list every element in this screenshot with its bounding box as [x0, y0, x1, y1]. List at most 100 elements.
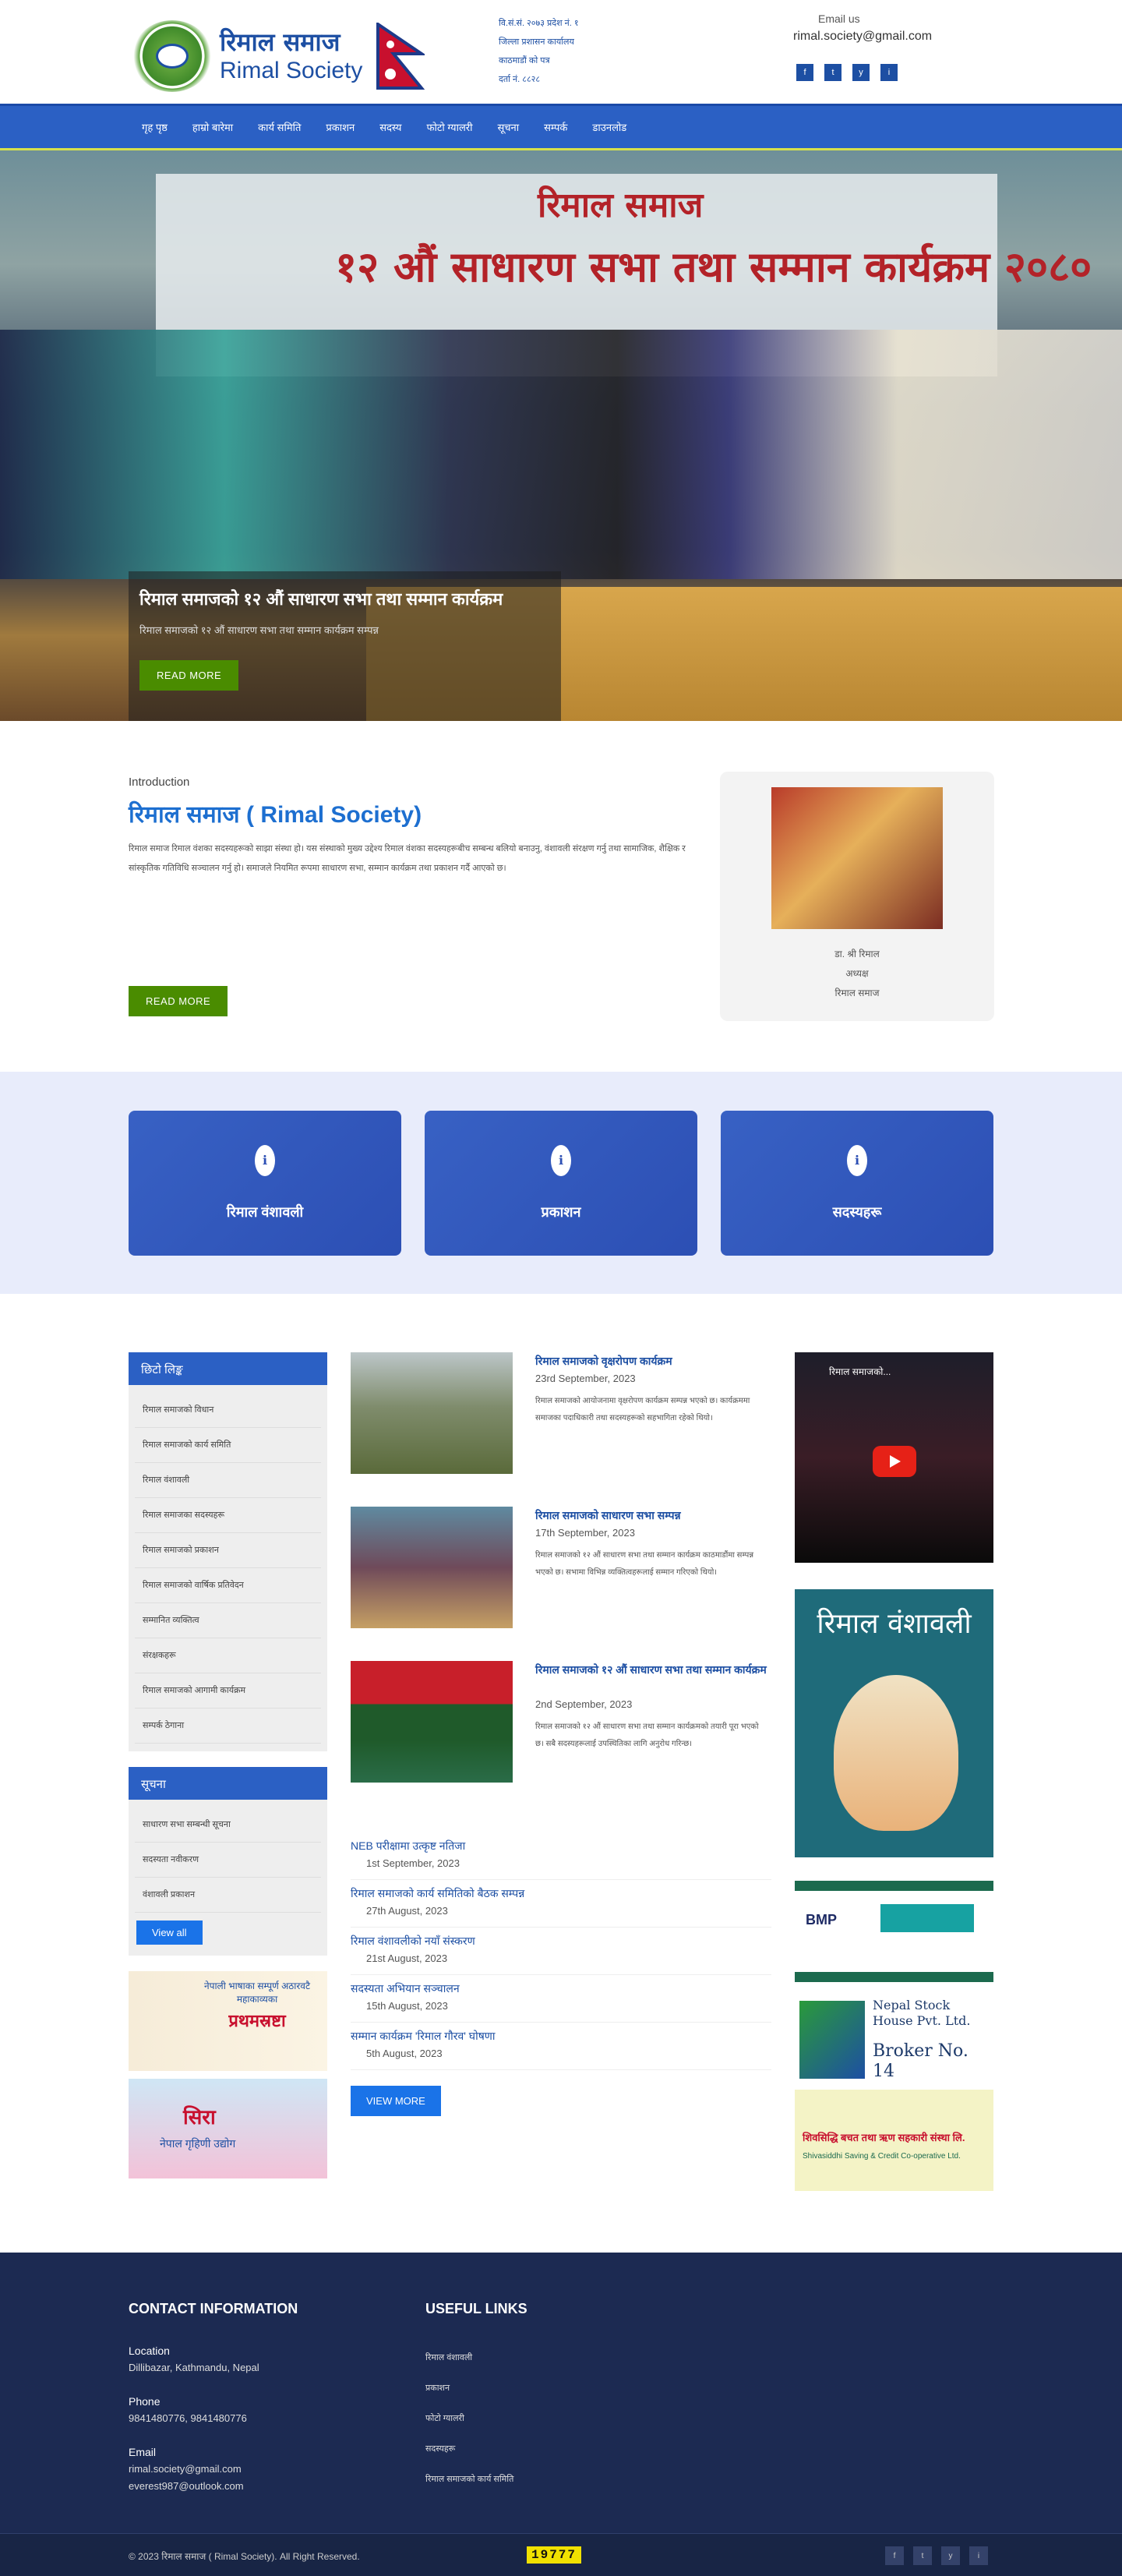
youtube-video[interactable]: रिमाल समाजको...: [795, 1352, 993, 1563]
facebook-icon[interactable]: f: [885, 2546, 904, 2565]
news-item[interactable]: सदस्यता अभियान सञ्चालन 15th August, 2023: [351, 1975, 771, 2023]
nav-item[interactable]: सूचना: [485, 120, 531, 134]
contact-title: CONTACT INFORMATION: [129, 2301, 298, 2316]
youtube-icon[interactable]: y: [941, 2546, 960, 2565]
feature-card[interactable]: ℹ प्रकाशन: [425, 1111, 697, 1256]
logo[interactable]: रिमाल समाज Rimal Society: [132, 20, 429, 92]
sidebar-link[interactable]: रिमाल समाजको वार्षिक प्रतिवेदन: [135, 1568, 321, 1603]
footer-link[interactable]: फोटो ग्यालरी: [425, 2412, 464, 2424]
intro-section: Introduction रिमाल समाज ( Rimal Society)…: [0, 721, 1122, 1072]
hero-title: रिमाल समाजको १२ औं साधारण सभा तथा सम्मान…: [139, 589, 503, 609]
ad-banner[interactable]: BMP: [795, 1881, 993, 1982]
facebook-icon[interactable]: f: [796, 64, 813, 81]
feature-title: प्रकाशन: [541, 1204, 581, 1220]
nav-item[interactable]: प्रकाशन: [313, 120, 367, 134]
news-item[interactable]: रिमाल समाजको कार्य समितिको बैठक सम्पन्न 2…: [351, 1880, 771, 1928]
email-label: Email us: [818, 12, 860, 25]
hero-slider[interactable]: रिमाल समाज १२ औं साधारण सभा तथा सम्मान क…: [0, 150, 1122, 721]
sidebar-link[interactable]: रिमाल समाजको आगामी कार्यक्रम: [135, 1673, 321, 1708]
hero-read-more-button[interactable]: READ MORE: [139, 660, 239, 691]
sidebar-link[interactable]: रिमाल समाजको कार्य समिति: [135, 1428, 321, 1463]
feature-section: ℹ रिमाल वंशावली ℹ प्रकाशन ℹ सदस्यहरू: [0, 1072, 1122, 1294]
logo-emblem: [132, 20, 212, 92]
book-cover[interactable]: रिमाल वंशावली: [795, 1589, 993, 1857]
email-value[interactable]: rimal.society@gmail.com: [129, 2461, 244, 2478]
news-item[interactable]: NEB परीक्षामा उत्कृष्ट नतिजा 1st Septembe…: [351, 1832, 771, 1880]
address-line: काठमाडौं को पत्र: [499, 56, 550, 65]
location-label: Location: [129, 2345, 170, 2357]
news-title[interactable]: रिमाल वंशावलीको नयाँ संस्करण: [351, 1932, 771, 1949]
nav-item[interactable]: फोटो ग्यालरी: [414, 120, 485, 134]
nav-item[interactable]: हाम्रो बारेमा: [180, 120, 245, 134]
play-icon[interactable]: [873, 1446, 916, 1477]
hero-caption: रिमाल समाजको १२ औं साधारण सभा तथा सम्मान…: [129, 571, 561, 721]
twitter-icon[interactable]: t: [824, 64, 842, 81]
post-title[interactable]: रिमाल समाजको वृक्षरोपण कार्यक्रम: [535, 1352, 769, 1369]
ad-title: BMP: [806, 1912, 837, 1928]
feature-card[interactable]: ℹ रिमाल वंशावली: [129, 1111, 401, 1256]
contact-location: Location Dillibazar, Kathmandu, Nepal: [129, 2342, 259, 2376]
instagram-icon[interactable]: i: [969, 2546, 988, 2565]
youtube-icon[interactable]: y: [852, 64, 870, 81]
nepal-flag-icon: [376, 23, 425, 90]
ad-banner[interactable]: शिवसिद्धि बचत तथा ऋण सहकारी संस्था लि. S…: [795, 2090, 993, 2191]
view-more-button[interactable]: VIEW MORE: [351, 2086, 441, 2116]
news-title[interactable]: रिमाल समाजको कार्य समितिको बैठक सम्पन्न: [351, 1885, 771, 1902]
links-title: USEFUL LINKS: [425, 2301, 527, 2316]
notice-item[interactable]: साधारण सभा सम्बन्धी सूचना: [135, 1807, 321, 1843]
footer-link[interactable]: सदस्यहरू: [425, 2443, 455, 2454]
address-line: जिल्ला प्रशासन कार्यालय: [499, 37, 574, 47]
footer-link[interactable]: प्रकाशन: [425, 2382, 450, 2394]
post-thumbnail: [351, 1507, 513, 1628]
email-value[interactable]: everest987@outlook.com: [129, 2478, 244, 2495]
sidebar-link[interactable]: संरक्षकहरू: [135, 1638, 321, 1673]
post-title[interactable]: रिमाल समाजको साधारण सभा सम्पन्न: [535, 1507, 769, 1524]
ad-subtitle: Broker No. 14: [873, 2041, 969, 2081]
sponsor-ads: BMP Nepal Stock House Pvt. Ltd. Broker N…: [795, 1881, 993, 2191]
sidebar-link[interactable]: रिमाल वंशावली: [135, 1463, 321, 1498]
ad-banner[interactable]: नेपाली भाषाका सम्पूर्ण अठारवटै महाकाव्यक…: [129, 1971, 327, 2071]
news-title[interactable]: NEB परीक्षामा उत्कृष्ट नतिजा: [351, 1837, 771, 1854]
news-item[interactable]: रिमाल वंशावलीको नयाँ संस्करण 21st August,…: [351, 1928, 771, 1975]
nav-item[interactable]: डाउनलोड: [580, 120, 639, 134]
visitor-counter: 19777: [527, 2546, 582, 2564]
nav-item[interactable]: कार्य समिति: [245, 120, 313, 134]
nav-item[interactable]: सम्पर्क: [531, 120, 580, 134]
feature-title: रिमाल वंशावली: [226, 1204, 304, 1220]
phone-value[interactable]: 9841480776, 9841480776: [129, 2410, 247, 2427]
location-value: Dillibazar, Kathmandu, Nepal: [129, 2362, 259, 2373]
footer-link[interactable]: रिमाल समाजको कार्य समिति: [425, 2473, 513, 2485]
sidebar-link[interactable]: रिमाल समाजको विधान: [135, 1393, 321, 1428]
twitter-icon[interactable]: t: [913, 2546, 932, 2565]
footer-link[interactable]: रिमाल वंशावली: [425, 2352, 472, 2363]
post-title[interactable]: रिमाल समाजको १२ औं साधारण सभा तथा सम्मान…: [535, 1661, 769, 1678]
sidebar-link[interactable]: सम्पर्क ठेगाना: [135, 1708, 321, 1744]
ad-title: प्रथमस्रष्टा: [228, 2011, 286, 2031]
news-title[interactable]: सम्मान कार्यक्रम 'रिमाल गौरव' घोषणा: [351, 2027, 771, 2044]
sidebar-link[interactable]: रिमाल समाजको प्रकाशन: [135, 1533, 321, 1568]
notice-item[interactable]: वंशावली प्रकाशन: [135, 1878, 321, 1913]
sidebar-link[interactable]: रिमाल समाजका सदस्यहरू: [135, 1498, 321, 1533]
phone-label: Phone: [129, 2395, 161, 2408]
notice-item[interactable]: सदस्यता नवीकरण: [135, 1843, 321, 1878]
site-footer: CONTACT INFORMATION Location Dillibazar,…: [0, 2253, 1122, 2576]
right-sidebar: रिमाल समाजको... रिमाल वंशावली BMP Nepal …: [795, 1352, 993, 2191]
news-title[interactable]: सदस्यता अभियान सञ्चालन: [351, 1980, 771, 1997]
view-all-button[interactable]: View all: [136, 1921, 203, 1945]
nav-item[interactable]: गृह पृष्ठ: [129, 120, 180, 134]
email-value[interactable]: rimal.society@gmail.com: [793, 30, 932, 44]
sidebar-link[interactable]: सम्मानित व्यक्तित्व: [135, 1603, 321, 1638]
feature-card[interactable]: ℹ सदस्यहरू: [721, 1111, 993, 1256]
nav-item[interactable]: सदस्य: [367, 120, 414, 134]
hero-banner-text: रिमाल समाज: [538, 186, 704, 225]
instagram-icon[interactable]: i: [880, 64, 898, 81]
post-item[interactable]: रिमाल समाजको १२ औं साधारण सभा तथा सम्मान…: [351, 1661, 771, 1832]
feature-title: सदस्यहरू: [832, 1204, 882, 1220]
post-item[interactable]: रिमाल समाजको वृक्षरोपण कार्यक्रम 23rd Se…: [351, 1352, 771, 1507]
ad-banner[interactable]: Nepal Stock House Pvt. Ltd. Broker No. 1…: [795, 1985, 993, 2087]
post-item[interactable]: रिमाल समाजको साधारण सभा सम्पन्न 17th Sep…: [351, 1507, 771, 1661]
notice-box: सूचना साधारण सभा सम्बन्धी सूचना सदस्यता …: [129, 1767, 327, 1956]
ad-banner[interactable]: सिरा नेपाल गृहिणी उद्योग: [129, 2079, 327, 2178]
news-item[interactable]: सम्मान कार्यक्रम 'रिमाल गौरव' घोषणा 5th A…: [351, 2023, 771, 2070]
intro-read-more-button[interactable]: READ MORE: [129, 986, 228, 1016]
